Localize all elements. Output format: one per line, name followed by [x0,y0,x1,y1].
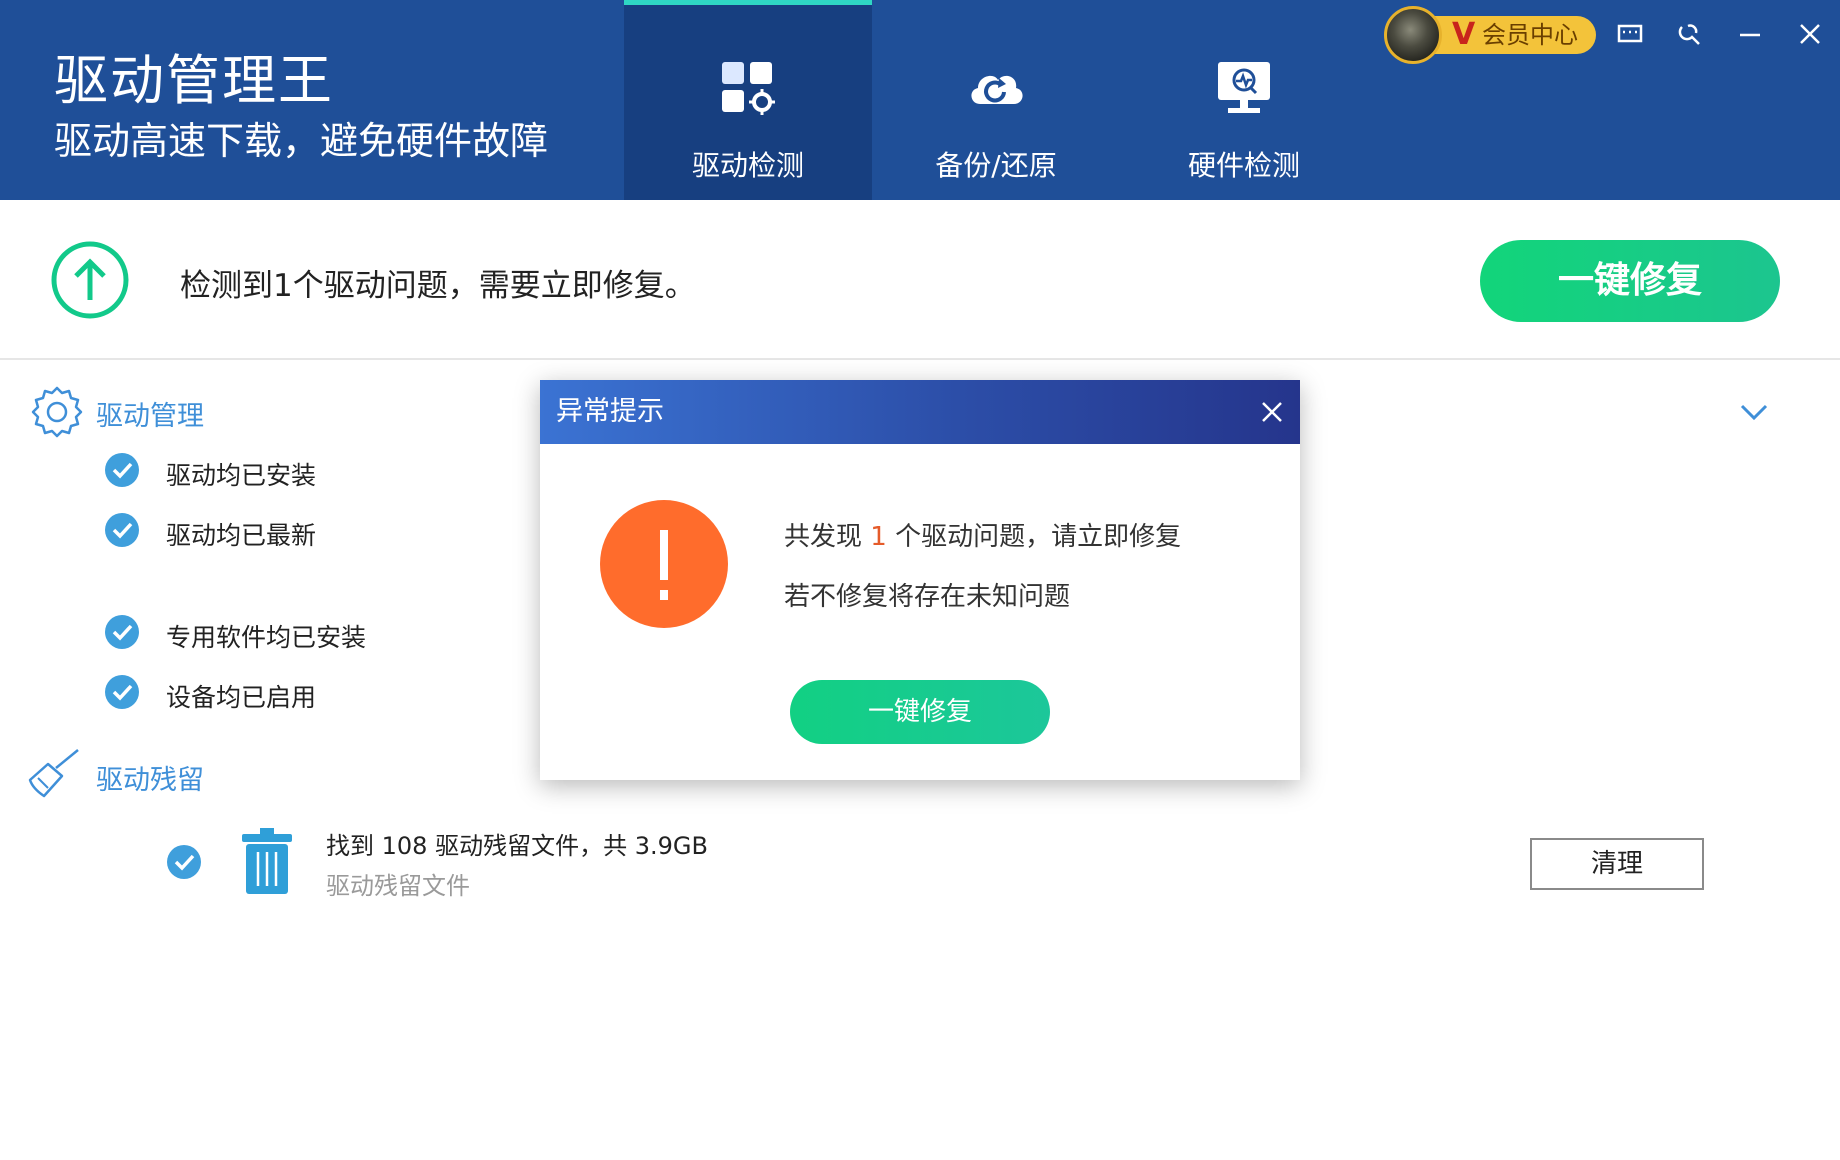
tab-label: 硬件检测 [1187,149,1300,182]
check-circle-icon [105,615,139,649]
feedback-icon[interactable] [1610,14,1650,54]
check-item-label: 设备均已启用 [166,683,317,712]
one-click-fix-button[interactable]: 一键修复 [1480,240,1780,322]
dialog-message-suffix: 个驱动问题，请立即修复 [886,522,1182,552]
clean-button[interactable]: 清理 [1530,838,1704,890]
scan-status-message: 检测到1个驱动问题，需要立即修复。 [180,268,696,304]
vip-center-label: 会员中心 [1482,21,1578,49]
dialog-message-line2: 若不修复将存在未知问题 [784,582,1071,612]
tab-backup-restore[interactable]: 备份/还原 [872,0,1120,200]
issue-count: 1 [870,522,887,552]
gear-icon [31,386,83,438]
broom-icon [28,749,79,798]
dialog-title: 异常提示 [556,396,664,427]
dialog-message-prefix: 共发现 [784,522,871,552]
minimize-icon[interactable] [1730,14,1770,54]
app-subtitle: 驱动高速下载，避免硬件故障 [54,119,549,163]
app-header: 驱动管理王 驱动高速下载，避免硬件故障 驱动检测 备份/还原 硬件检测 V 会员… [0,0,1840,200]
tab-driver-detect[interactable]: 驱动检测 [624,0,872,200]
app-title: 驱动管理王 [54,49,334,112]
check-circle-icon [105,675,139,709]
dialog-one-click-fix-button[interactable]: 一键修复 [790,680,1050,744]
tab-label: 驱动检测 [691,149,804,182]
avatar[interactable] [1384,6,1442,64]
check-circle-icon [105,513,139,547]
exception-dialog: 异常提示 共发现 1 个驱动问题，请立即修复 若不修复将存在未知问题 一键修复 [540,380,1300,780]
tab-label: 备份/还原 [935,149,1057,182]
warning-icon [600,500,728,628]
section-title-driver-residue: 驱动残留 [96,765,204,796]
tools-icon[interactable] [1670,14,1710,54]
residue-sublabel: 驱动残留文件 [326,872,470,900]
tab-hardware-detect[interactable]: 硬件检测 [1120,0,1368,200]
residue-summary: 找到 108 驱动残留文件，共 3.9GB [326,832,708,860]
section-title-driver-management: 驱动管理 [96,401,204,432]
hardware-monitor-icon [1218,62,1270,113]
check-circle-icon[interactable] [166,844,202,880]
check-item-label: 专用软件均已安装 [166,623,367,652]
divider [0,358,1840,360]
driver-detect-icon [722,62,775,115]
cloud-backup-icon [971,75,1023,104]
upgrade-arrow-icon [51,241,129,319]
chevron-down-icon[interactable] [1736,398,1772,428]
driver-manager-window: 驱动管理王 驱动高速下载，避免硬件故障 驱动检测 备份/还原 硬件检测 V 会员… [0,0,1840,1160]
trash-icon [242,828,292,894]
dialog-message-line1: 共发现 1 个驱动问题，请立即修复 [784,516,1181,553]
close-icon[interactable] [1790,14,1830,54]
check-circle-icon [105,453,139,487]
dialog-titlebar: 异常提示 [540,380,1300,444]
close-icon[interactable] [1256,396,1288,428]
check-item-label: 驱动均已最新 [166,521,317,550]
check-item-label: 驱动均已安装 [166,461,317,490]
vip-badge: V [1452,17,1476,52]
